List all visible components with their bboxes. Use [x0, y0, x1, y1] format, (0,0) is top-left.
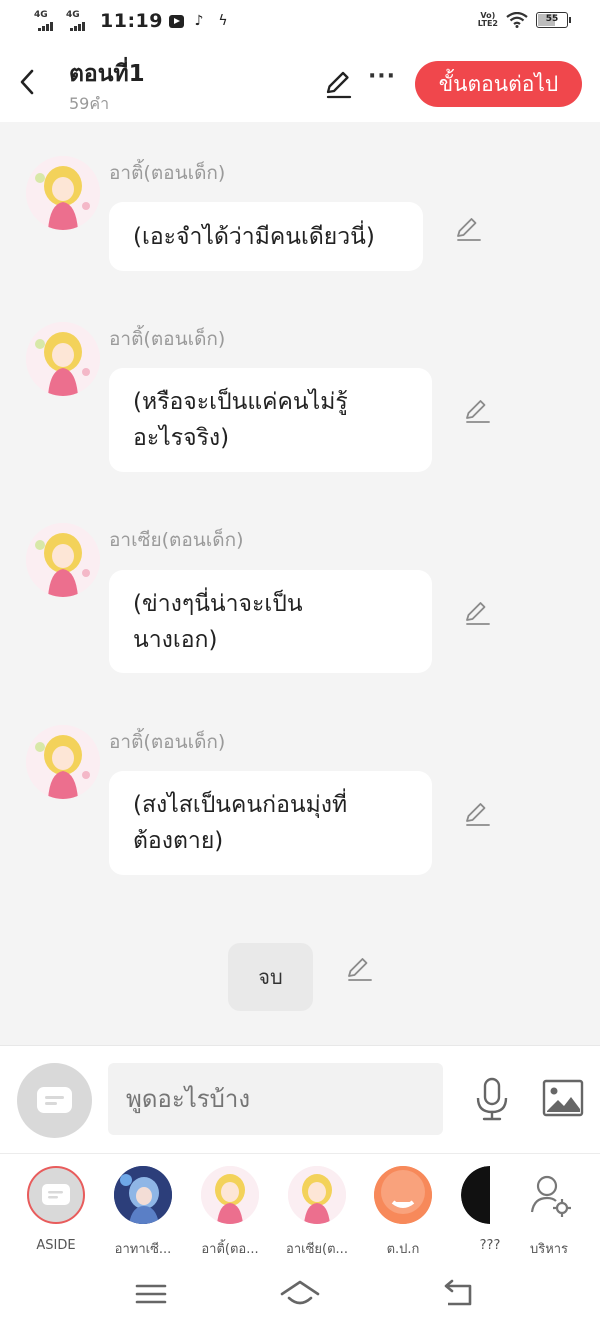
speaker-name: อาเซีย(ตอนเด็ก)	[109, 529, 244, 551]
speech-bubble-icon	[37, 1087, 72, 1113]
message-line: ต้องตาย)	[133, 828, 224, 854]
next-step-button[interactable]: ขั้นตอนต่อไป	[415, 61, 582, 107]
character-item[interactable]: อาติ้(ตอ...	[187, 1166, 273, 1257]
character-name: อาทาเซี...	[114, 1242, 172, 1257]
character-avatar-icon	[288, 1166, 346, 1224]
character-portrait-icon	[26, 523, 100, 597]
signal-icon: 4G	[34, 10, 60, 32]
message-text: (สงไสเป็นคนก่อนมุ่งที่ ต้องตาย)	[133, 787, 347, 859]
message-bubble[interactable]: (เอะจำได้ว่ามีคนเดียวนี่)	[109, 202, 423, 271]
character-portrait-icon	[26, 322, 100, 396]
return-icon	[444, 1279, 472, 1306]
status-left: 4G 4G 11:19 ♪ ϟ	[34, 10, 232, 32]
signal-icon-2: 4G	[66, 10, 92, 32]
character-name: อาเซีย(ต...	[286, 1242, 348, 1257]
character-name: บริหาร	[529, 1242, 569, 1257]
edit-message-button[interactable]	[453, 214, 483, 244]
pencil-icon	[466, 602, 490, 625]
home-nav-button[interactable]	[278, 1276, 322, 1312]
voice-input-button[interactable]	[474, 1076, 510, 1122]
character-item[interactable]: ต.ป.ก	[360, 1166, 446, 1257]
wifi-icon	[506, 12, 528, 28]
speaker-name: อาติ้(ตอนเด็ก)	[109, 328, 226, 350]
character-avatar-icon	[374, 1166, 432, 1224]
pencil-icon	[466, 803, 490, 826]
character-aside[interactable]: ASIDE	[13, 1166, 99, 1256]
message-bubble[interactable]: (หรือจะเป็นแค่คนไม่รู้ อะไรจริง)	[109, 368, 432, 472]
message-line: (หรือจะเป็นแค่คนไม่รู้	[133, 389, 348, 415]
word-count: 59คำ	[69, 94, 110, 113]
pencil-icon	[326, 71, 352, 99]
speaker-name: อาติ้(ตอนเด็ก)	[109, 731, 226, 753]
top-header: ตอนที่1 59คำ ··· ขั้นตอนต่อไป	[0, 44, 600, 122]
edit-message-button[interactable]	[462, 799, 492, 829]
page-title: ตอนที่1	[69, 61, 145, 87]
message-text: (หรือจะเป็นแค่คนไม่รู้ อะไรจริง)	[133, 384, 348, 456]
edit-message-button[interactable]	[462, 598, 492, 628]
system-nav-bar	[0, 1258, 600, 1333]
message-line: (เอะจำได้ว่ามีคนเดียวนี่)	[133, 223, 375, 250]
hamburger-icon	[135, 1284, 167, 1304]
manage-characters-button[interactable]: บริหาร	[506, 1166, 592, 1257]
pencil-icon	[457, 218, 481, 241]
back-nav-button[interactable]	[436, 1276, 480, 1312]
chat-area: อาติ้(ตอนเด็ก) (เอะจำได้ว่ามีคนเดียวนี่)…	[0, 122, 600, 1045]
message-input-bar	[0, 1045, 600, 1153]
message-line: นางเอก)	[133, 626, 218, 653]
character-item[interactable]: อาทาเซี...	[100, 1166, 186, 1257]
character-portrait-icon	[26, 725, 100, 799]
status-bar: 4G 4G 11:19 ♪ ϟ Vo) LTE2 55	[0, 0, 600, 44]
notification-app-icon: ϟ	[218, 13, 228, 29]
character-name: ASIDE	[36, 1238, 76, 1253]
status-right: Vo) LTE2 55	[477, 11, 571, 28]
character-name: อาติ้(ตอ...	[201, 1242, 259, 1257]
character-selector: ASIDE อาทาเซี... อาติ้(ตอ... อาเซีย(ต...…	[0, 1153, 600, 1258]
message-line: (สงไสเป็นคนก่อนมุ่งที่	[133, 792, 348, 818]
character-name: ต.ป.ก	[386, 1242, 420, 1257]
more-options-button[interactable]: ···	[366, 66, 398, 98]
message-line: (ข่างๆนี่น่าจะเป็น	[133, 590, 303, 617]
pencil-icon	[466, 400, 490, 423]
home-icon	[280, 1280, 320, 1305]
back-button[interactable]	[10, 58, 46, 106]
battery-level: 55	[545, 14, 559, 24]
message-bubble[interactable]: (ข่างๆนี่น่าจะเป็น นางเอก)	[109, 570, 432, 673]
microphone-icon	[476, 1077, 508, 1121]
aside-toggle-button[interactable]	[17, 1063, 92, 1138]
volte-icon: Vo) LTE2	[477, 11, 498, 28]
edit-title-button[interactable]	[322, 68, 354, 100]
network-type-label: 4G	[34, 10, 48, 20]
insert-image-button[interactable]	[542, 1079, 584, 1117]
message-bubble[interactable]: (สงไสเป็นคนก่อนมุ่งที่ ต้องตาย)	[109, 771, 432, 875]
message-line: อะไรจริง)	[133, 425, 230, 451]
character-portrait-icon	[26, 156, 100, 230]
menu-nav-button[interactable]	[129, 1276, 173, 1312]
character-item[interactable]: อาเซีย(ต...	[274, 1166, 360, 1257]
avatar[interactable]	[26, 156, 100, 230]
tiktok-icon: ♪	[194, 13, 204, 29]
user-settings-icon	[520, 1166, 578, 1224]
avatar[interactable]	[26, 725, 100, 799]
character-avatar-icon	[201, 1166, 259, 1224]
chevron-left-icon	[20, 69, 34, 95]
character-avatar-icon	[114, 1166, 172, 1224]
edit-end-button[interactable]	[344, 954, 374, 984]
youtube-icon	[168, 14, 184, 28]
speaker-name: อาติ้(ตอนเด็ก)	[109, 162, 226, 184]
battery-icon: 55	[536, 12, 571, 28]
avatar[interactable]	[26, 322, 100, 396]
network-type-label-2: 4G	[66, 10, 80, 20]
message-input[interactable]	[108, 1063, 443, 1135]
edit-message-button[interactable]	[462, 396, 492, 426]
message-text: (เอะจำได้ว่ามีคนเดียวนี่)	[133, 219, 375, 255]
message-text: (ข่างๆนี่น่าจะเป็น นางเอก)	[133, 586, 303, 658]
clock: 11:19	[100, 10, 163, 32]
end-marker-button[interactable]: จบ	[228, 943, 313, 1011]
pencil-icon	[348, 958, 372, 981]
avatar[interactable]	[26, 523, 100, 597]
aside-avatar-icon	[27, 1166, 85, 1224]
image-icon	[542, 1079, 584, 1117]
